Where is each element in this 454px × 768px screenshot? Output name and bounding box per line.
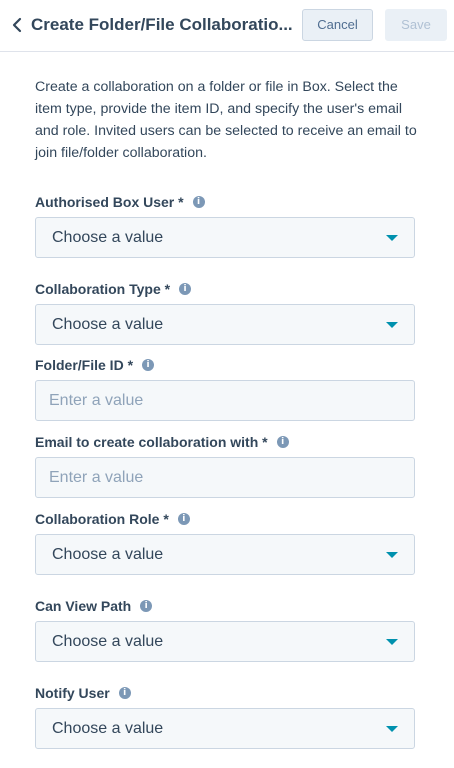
info-icon[interactable]: i [140,600,153,612]
notify-user-select[interactable]: Choose a value [35,708,415,749]
field-label-text: Folder/File ID * [35,357,134,373]
select-value: Choose a value [52,720,164,737]
info-icon[interactable]: i [192,196,205,208]
form-description: Create a collaboration on a folder or fi… [35,79,417,161]
field-label-notify-user: Notify User i [35,684,131,702]
save-button[interactable]: Save [385,9,447,41]
collaboration-type-select[interactable]: Choose a value [35,304,415,345]
select-value: Choose a value [52,229,164,246]
cancel-button[interactable]: Cancel [302,9,373,41]
field-label-collaboration-role: Collaboration Role * i [35,510,190,528]
field-label-text: Notify User [35,685,110,701]
chevron-left-icon [12,17,22,33]
info-icon[interactable]: i [118,687,131,699]
select-value: Choose a value [52,633,164,650]
back-button[interactable] [8,14,26,36]
info-icon[interactable]: i [179,283,192,295]
field-label-text: Can View Path [35,598,132,614]
field-label-text: Email to create collaboration with * [35,434,268,450]
authorised-box-user-select[interactable]: Choose a value [35,217,415,258]
collaboration-role-select[interactable]: Choose a value [35,534,415,575]
field-label-folder-file-id: Folder/File ID * i [35,356,155,374]
caret-down-icon [386,322,398,328]
field-label-authorised-box-user: Authorised Box User * i [35,193,205,211]
info-icon[interactable]: i [276,436,289,448]
select-value: Choose a value [52,316,164,333]
field-label-can-view-path: Can View Path i [35,597,153,615]
input-placeholder: Enter a value [49,469,144,486]
field-label-collaboration-type: Collaboration Type * i [35,280,192,298]
field-label-text: Authorised Box User * [35,194,184,210]
field-label-email: Email to create collaboration with * i [35,433,289,451]
caret-down-icon [386,639,398,645]
folder-file-id-input[interactable]: Enter a value [35,380,415,421]
caret-down-icon [386,726,398,732]
select-value: Choose a value [52,546,164,563]
info-icon[interactable]: i [177,513,190,525]
page-title: Create Folder/File Collaboratio... [31,15,293,34]
email-input[interactable]: Enter a value [35,457,415,498]
caret-down-icon [386,552,398,558]
field-label-text: Collaboration Role * [35,511,169,527]
caret-down-icon [386,235,398,241]
can-view-path-select[interactable]: Choose a value [35,621,415,662]
field-label-text: Collaboration Type * [35,281,171,297]
panel-header: Create Folder/File Collaboratio... Cance… [0,0,454,52]
input-placeholder: Enter a value [49,392,144,409]
info-icon[interactable]: i [142,359,155,371]
